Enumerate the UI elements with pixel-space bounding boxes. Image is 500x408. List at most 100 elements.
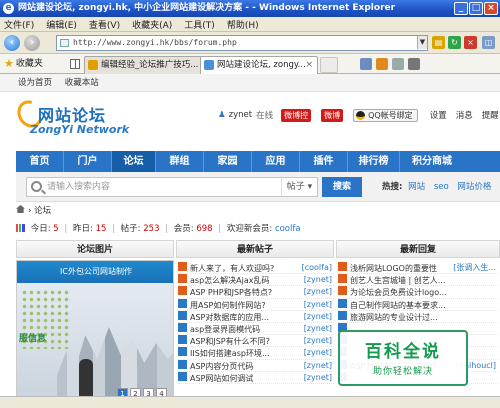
reply-title[interactable]: 创艺人生宫城墙 | 创艺人... [350, 276, 445, 285]
reply-row[interactable]: 创艺人生宫城墙 | 创艺人... [338, 274, 498, 287]
set-homepage-link[interactable]: 设为首页 [18, 78, 52, 88]
post-row[interactable]: ASP内容分页代码 [zynet] [178, 359, 334, 372]
weibo-control-button[interactable]: 微博控 [281, 108, 312, 122]
search-scope-select[interactable]: 帖子 ▾ [281, 178, 317, 196]
menu-edit[interactable]: 编辑(E) [46, 18, 77, 31]
nav-portal[interactable]: 门户 [64, 151, 112, 172]
post-author[interactable]: [zynet] [304, 274, 332, 286]
post-row[interactable]: asp怎么解决Ajax乱码 [zynet] [178, 274, 334, 287]
new-tab-button[interactable] [320, 57, 338, 73]
post-row[interactable]: 新人来了，有人欢迎吗? [coolfa] [178, 262, 334, 275]
reply-title[interactable]: 自己制作网站的基本要求... [350, 301, 446, 310]
notifications-link[interactable]: 提醒 [482, 109, 499, 121]
nav-apps[interactable]: 应用 [252, 151, 300, 172]
username-link[interactable]: zynet [229, 110, 252, 120]
menu-help[interactable]: 帮助(H) [227, 18, 259, 31]
nav-ranking[interactable]: 排行榜 [348, 151, 400, 172]
nav-points-mall[interactable]: 积分商城 [400, 151, 464, 172]
post-author[interactable]: [zynet] [304, 311, 332, 323]
nav-groups[interactable]: 群组 [156, 151, 204, 172]
reply-row[interactable]: 为论坛会员免费设计logo... [338, 286, 498, 299]
post-title[interactable]: asp登录界面模代码 [190, 325, 260, 334]
weibo-button[interactable]: 微博 [321, 108, 344, 122]
tab-close-icon[interactable]: × [305, 57, 313, 73]
image-slideshow[interactable]: IC外包公司网站制作 服信息 1 2 3 4 [16, 260, 174, 408]
mail-icon[interactable] [392, 58, 404, 70]
reply-title[interactable]: 为论坛会员免费设计logo... [350, 288, 447, 297]
post-author[interactable]: [zynet] [304, 347, 332, 359]
post-row[interactable]: ASP和JSP有什么不同? [zynet] [178, 335, 334, 348]
home-icon[interactable] [16, 205, 25, 213]
tab-2-active[interactable]: 网站建设论坛, zongy... × [200, 56, 318, 75]
nav-home[interactable]: 首页 [16, 151, 64, 172]
address-dropdown-icon[interactable]: ▼ [417, 36, 427, 49]
post-title[interactable]: IIS如何搭建asp环境... [190, 349, 270, 358]
print-icon[interactable] [408, 58, 420, 70]
compat-view-icon[interactable]: ▤ [432, 36, 445, 49]
menu-view[interactable]: 查看(V) [89, 18, 120, 31]
post-author[interactable]: [zynet] [304, 360, 332, 372]
reply-title[interactable]: 浅析网站LOGO的重要性 [350, 264, 437, 273]
menu-file[interactable]: 文件(F) [4, 18, 34, 31]
post-title[interactable]: 用ASP如何制作网站? [190, 301, 266, 310]
post-row[interactable]: ASP PHP和JSP各特点? [zynet] [178, 286, 334, 299]
close-icon[interactable]: × [484, 2, 498, 15]
reply-row[interactable]: 旅游网站的专业设计过... [338, 310, 498, 323]
search-provider-icon[interactable]: ◫ [482, 36, 495, 49]
post-author[interactable]: [zynet] [304, 335, 332, 347]
quick-tabs-icon[interactable] [70, 59, 80, 69]
post-title[interactable]: ASP网站如何调试 [190, 374, 253, 383]
reply-row[interactable]: 自己制作网站的基本要求... [338, 298, 498, 311]
yesterday-count: 15 [95, 224, 107, 234]
reply-row[interactable]: 浅析网站LOGO的重要性 [张调入生... [338, 262, 498, 275]
post-title[interactable]: ASP内容分页代码 [190, 362, 253, 371]
feeds-icon[interactable] [376, 58, 388, 70]
reply-title[interactable]: 旅游网站的专业设计过... [350, 313, 438, 322]
post-row[interactable]: 用ASP如何制作网站? [zynet] [178, 298, 334, 311]
nav-forum[interactable]: 论坛 [112, 151, 156, 172]
address-input[interactable]: http://www.zongyi.hk/bbs/forum.php [56, 35, 428, 51]
breadcrumb-forum[interactable]: 论坛 [34, 206, 51, 216]
favorites-button[interactable]: ★ 收藏夹 [4, 57, 43, 71]
post-title[interactable]: ASP PHP和JSP各特点? [190, 288, 272, 297]
post-author[interactable]: [zynet] [304, 286, 332, 298]
home-icon[interactable] [360, 58, 372, 70]
post-row[interactable]: ASP网站如何调试 [zynet] [178, 371, 334, 384]
forward-icon[interactable]: › [24, 35, 40, 51]
settings-link[interactable]: 设置 [430, 109, 447, 121]
hot-term-link[interactable]: seo [434, 182, 449, 192]
post-title[interactable]: 新人来了，有人欢迎吗? [190, 264, 274, 273]
messages-link[interactable]: 消息 [456, 109, 473, 121]
post-author[interactable]: [zynet] [304, 323, 332, 335]
post-title[interactable]: asp怎么解决Ajax乱码 [190, 276, 269, 285]
tab-1[interactable]: 编辑经验_论坛推广技巧... [84, 56, 202, 74]
reply-author[interactable]: [张调入生... [453, 262, 496, 274]
post-title[interactable]: ASP和JSP有什么不同? [190, 337, 270, 346]
post-row[interactable]: asp登录界面模代码 [zynet] [178, 322, 334, 336]
site-logo[interactable]: 网站论坛 ZongYi Network [12, 95, 136, 143]
post-row[interactable]: ASP对数据库的应用... [zynet] [178, 310, 334, 323]
bookmark-site-link[interactable]: 收藏本站 [65, 78, 99, 88]
menu-tools[interactable]: 工具(T) [184, 18, 215, 31]
post-row[interactable]: IIS如何搭建asp环境... [zynet] [178, 347, 334, 360]
post-author[interactable]: [zynet] [304, 299, 332, 311]
online-status[interactable]: 在线 [256, 109, 273, 121]
stop-icon[interactable]: × [464, 36, 477, 49]
minimize-icon[interactable]: _ [454, 2, 468, 15]
qq-bind-button[interactable]: QQ帐号绑定 [353, 108, 418, 122]
search-button[interactable]: 搜索 [322, 177, 362, 197]
search-input[interactable]: 请输入搜索内容 帖子 ▾ [26, 177, 318, 197]
nav-plugins[interactable]: 插件 [300, 151, 348, 172]
back-icon[interactable]: ‹ [4, 35, 20, 51]
refresh-icon[interactable]: ↻ [448, 36, 461, 49]
maximize-icon[interactable]: □ [469, 2, 483, 15]
hot-term-link[interactable]: 网站价格 [457, 182, 491, 192]
nav-home-space[interactable]: 家园 [204, 151, 252, 172]
menu-favorites[interactable]: 收藏夹(A) [132, 18, 172, 31]
rank-icon [178, 286, 187, 296]
hot-term-link[interactable]: 网站 [408, 182, 425, 192]
post-author[interactable]: [zynet] [304, 372, 332, 384]
post-title[interactable]: ASP对数据库的应用... [190, 313, 269, 322]
newest-member-link[interactable]: coolfa [275, 224, 301, 234]
post-author[interactable]: [coolfa] [302, 262, 332, 274]
